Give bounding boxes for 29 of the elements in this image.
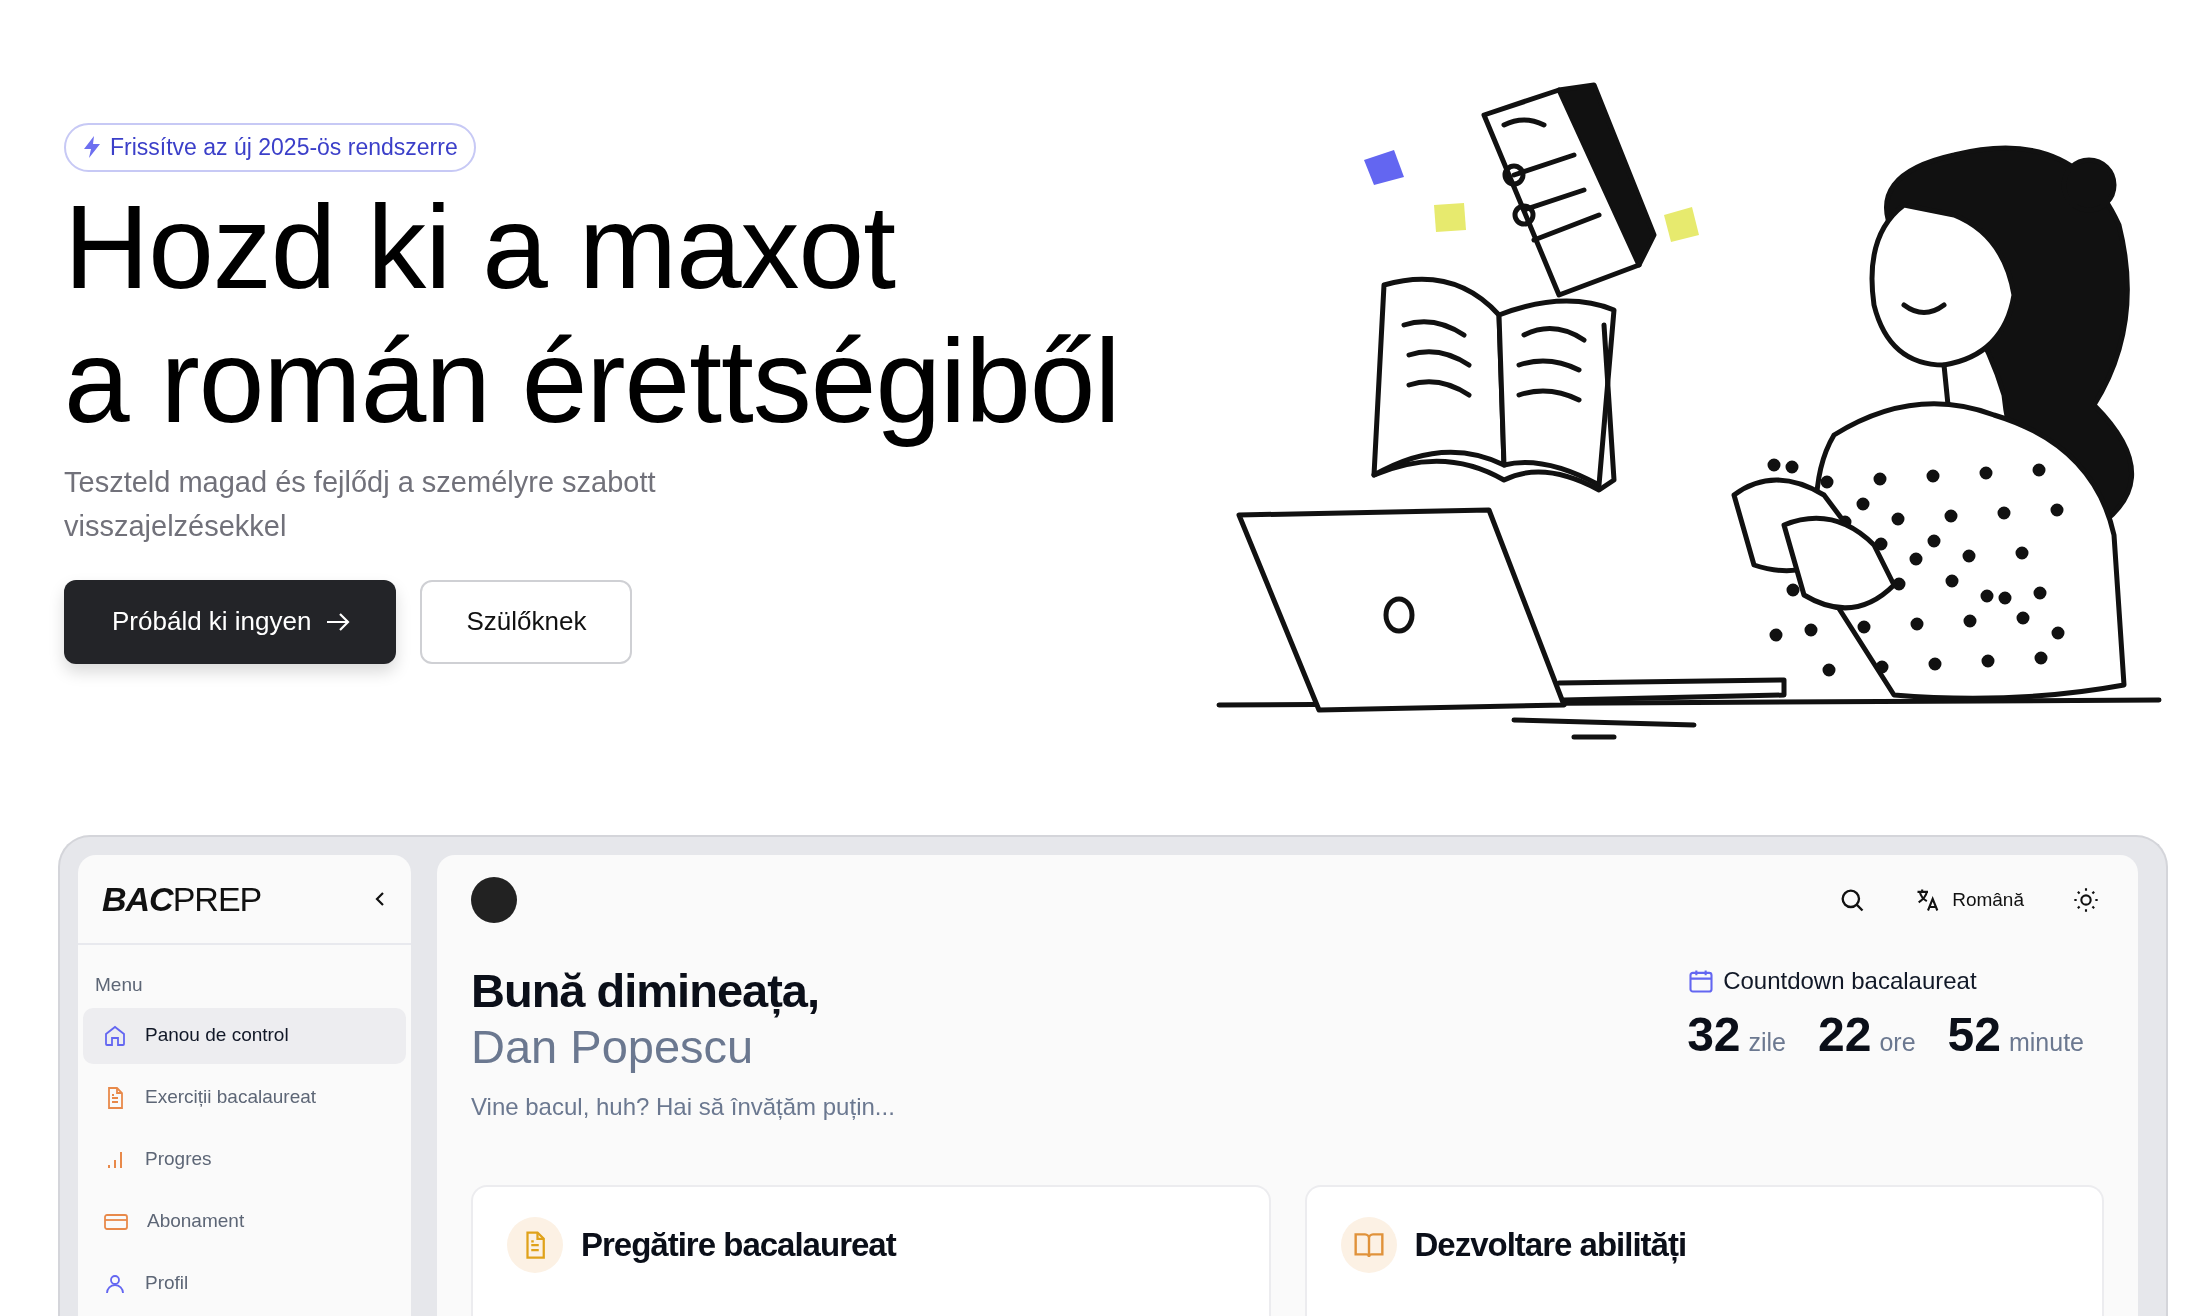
lightning-icon	[82, 135, 102, 160]
sun-icon	[2072, 886, 2100, 914]
logo: BACPREP	[102, 878, 262, 920]
language-selector[interactable]: Română	[1910, 881, 2028, 919]
sidebar-item[interactable]: Abonament	[83, 1193, 406, 1250]
sidebar-item[interactable]: Exerciții bacalaureat	[83, 1069, 406, 1126]
sidebar-item[interactable]: Progres	[83, 1131, 406, 1188]
house-icon	[103, 1023, 127, 1048]
countdown-value: 22	[1818, 1007, 1872, 1063]
countdown-unit: minute	[2008, 1027, 2084, 1058]
menu-heading: Menu	[94, 973, 144, 997]
countdown-value: 32	[1687, 1007, 1741, 1063]
countdown-title: Countdown bacalaureat	[1723, 966, 1977, 996]
greeting-tagline: Vine bacul, huh? Hai să învățăm puțin...	[471, 1092, 895, 1122]
greeting-heading: Bună dimineața,	[471, 963, 820, 1019]
parents-button[interactable]: Szülőknek	[420, 579, 633, 664]
countdown-unit: zile	[1748, 1027, 1787, 1058]
update-badge: Frissítve az új 2025-ös rendszerre	[64, 123, 476, 172]
hero-subtitle: Teszteld magad és fejlődj a személyre szabott visszajelzésekkel	[64, 464, 657, 544]
sidebar-item[interactable]: Panou de control	[83, 1007, 406, 1064]
try-free-button[interactable]: Próbáld ki ingyen	[64, 579, 397, 664]
countdown-unit: ore	[1879, 1027, 1916, 1058]
hero-heading: Hozd ki a maxot a román érettségiből	[64, 179, 1121, 448]
sidebar-item[interactable]: Profil	[83, 1255, 406, 1312]
user-name: Dan Popescu	[471, 1019, 755, 1075]
card-title: Pregătire bacalaureat	[581, 1225, 896, 1266]
card-title: Dezvoltare abilități	[1414, 1225, 1687, 1266]
countdown-value: 52	[1947, 1007, 2001, 1063]
avatar	[471, 877, 517, 923]
